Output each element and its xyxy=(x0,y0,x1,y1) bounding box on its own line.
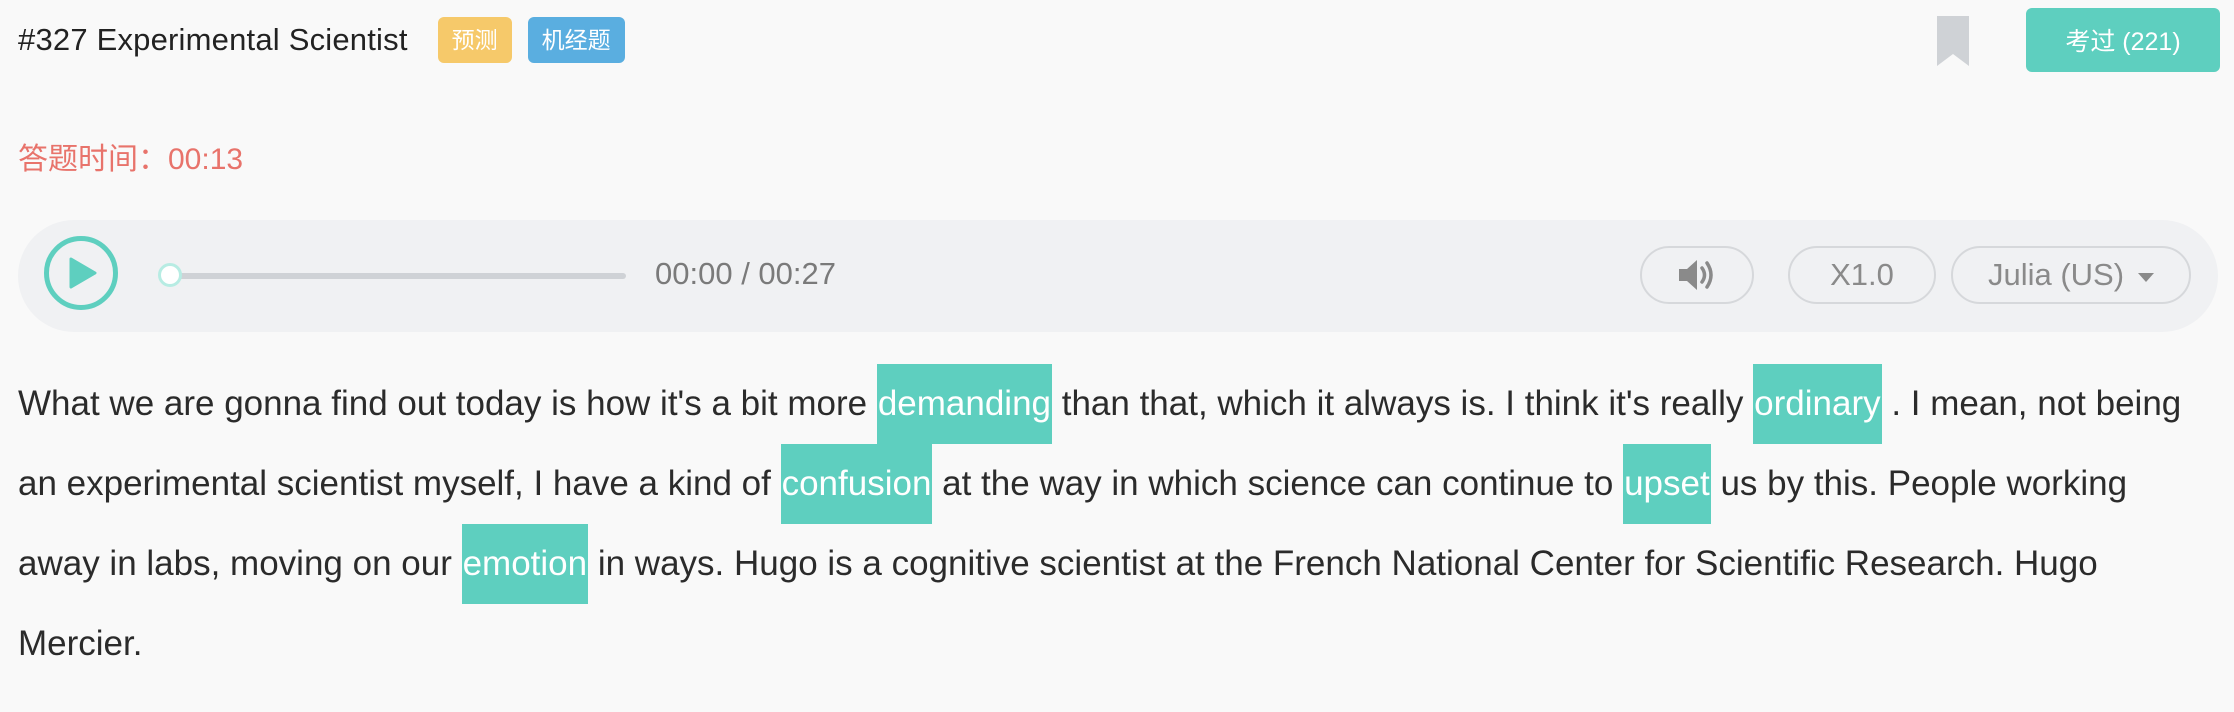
audio-player: 00:00 / 00:27 X1.0 Julia (US) xyxy=(18,220,2218,332)
highlighted-blank[interactable]: ordinary xyxy=(1753,364,1882,444)
predict-badge: 预测 xyxy=(437,17,512,63)
progress-track[interactable] xyxy=(172,273,626,279)
question-header: #327 Experimental Scientist 预测 机经题 xyxy=(18,14,625,66)
transcript-text: What we are gonna find out today is how … xyxy=(18,364,2208,684)
bookmark-icon[interactable] xyxy=(1937,16,1969,66)
transcript-segment: at the way in which science can continue… xyxy=(932,464,1624,503)
play-button[interactable] xyxy=(44,236,118,310)
timer-value: 00:13 xyxy=(168,143,244,176)
passed-count-button[interactable]: 考过 (221) xyxy=(2026,8,2220,72)
highlighted-blank[interactable]: emotion xyxy=(461,524,589,604)
play-icon xyxy=(69,257,97,289)
question-title: #327 Experimental Scientist xyxy=(18,22,408,57)
highlighted-blank[interactable]: demanding xyxy=(876,364,1053,444)
volume-button[interactable] xyxy=(1640,246,1754,304)
current-time: 00:00 xyxy=(655,256,733,291)
voice-select[interactable]: Julia (US) xyxy=(1951,246,2191,304)
total-time: 00:27 xyxy=(758,256,836,291)
timer-label: 答题时间： xyxy=(18,143,168,176)
jijing-badge: 机经题 xyxy=(527,17,625,63)
time-display: 00:00 / 00:27 xyxy=(655,256,836,292)
voice-label: Julia (US) xyxy=(1987,257,2125,292)
highlighted-blank[interactable]: upset xyxy=(1623,444,1711,524)
highlighted-blank[interactable]: confusion xyxy=(780,444,933,524)
time-separator: / xyxy=(732,256,759,291)
caret-down-icon xyxy=(2138,272,2155,282)
answer-timer: 答题时间：00:13 xyxy=(18,134,243,178)
transcript-segment: What we are gonna find out today is how … xyxy=(18,384,877,423)
speed-button[interactable]: X1.0 xyxy=(1788,246,1936,304)
speaker-icon xyxy=(1679,260,1713,290)
progress-knob[interactable] xyxy=(158,263,182,287)
speed-label: X1.0 xyxy=(1830,257,1894,292)
transcript-segment: than that, which it always is. I think i… xyxy=(1052,384,1754,423)
